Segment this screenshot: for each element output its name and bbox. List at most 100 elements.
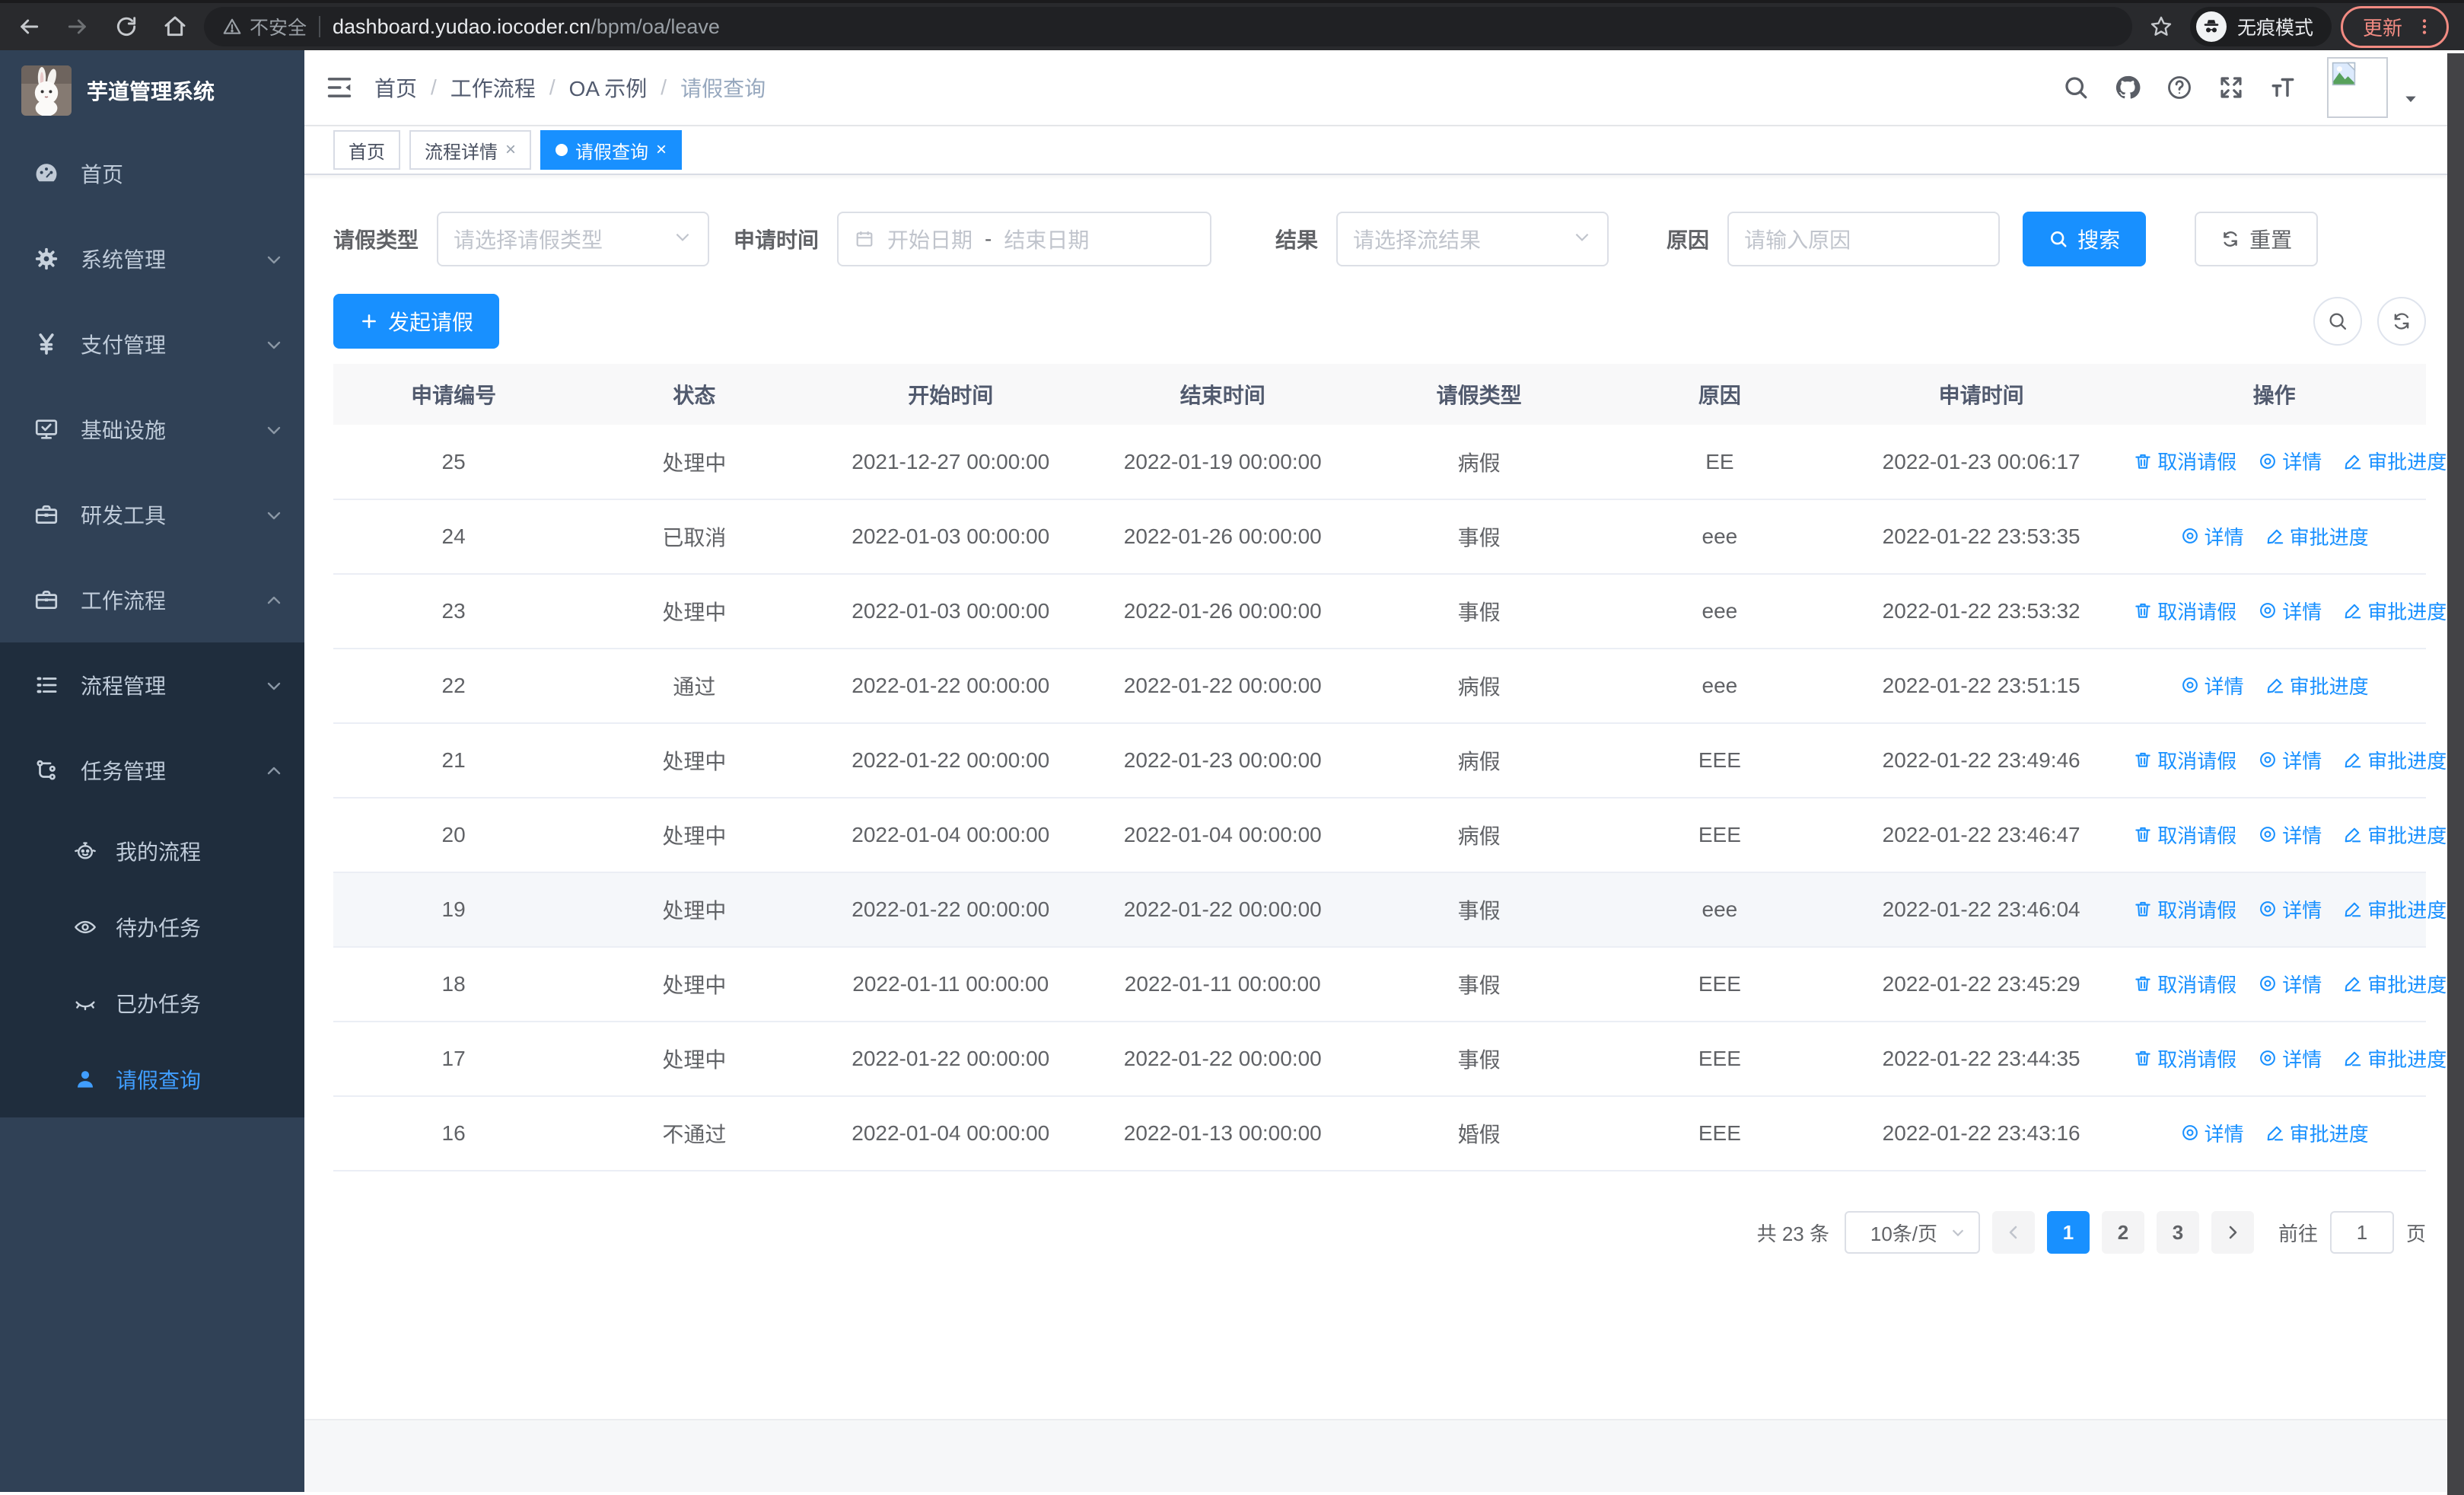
action-cancel-link[interactable]: 取消请假	[2133, 597, 2236, 625]
action-progress-link[interactable]: 审批进度	[2265, 1119, 2369, 1147]
action-progress-link[interactable]: 审批进度	[2343, 447, 2446, 475]
result-select[interactable]: 请选择流结果	[1336, 212, 1609, 266]
actions-cell: 取消请假 详情 审批进度	[2122, 947, 2446, 1022]
refresh-table-icon[interactable]	[2377, 297, 2426, 346]
font-size-icon[interactable]	[2263, 68, 2303, 107]
table-row: 20 处理中 2022-01-04 00:00:00 2022-01-04 00:00…	[333, 798, 2446, 873]
goto-page-input[interactable]: 1	[2329, 1211, 2394, 1254]
update-label: 更新	[2362, 16, 2402, 40]
sidebar-item-my-process[interactable]: 我的流程	[0, 813, 304, 889]
action-cancel-link[interactable]: 取消请假	[2133, 895, 2236, 923]
reason-label: 原因	[1667, 228, 1710, 252]
briefcase-icon	[33, 587, 59, 613]
action-cancel-link[interactable]: 取消请假	[2133, 821, 2236, 849]
sidebar-item-payment[interactable]: 支付管理	[0, 301, 304, 387]
header-search-icon[interactable]	[2056, 68, 2096, 107]
tag-leave-query[interactable]: 请假查询 ×	[540, 130, 683, 170]
help-icon[interactable]	[2160, 68, 2199, 107]
action-progress-link[interactable]: 审批进度	[2265, 671, 2369, 700]
next-page-icon[interactable]	[2211, 1211, 2254, 1254]
action-detail-link[interactable]: 详情	[2258, 821, 2322, 849]
browser-back-icon[interactable]	[9, 7, 49, 46]
kebab-menu-icon[interactable]	[2415, 17, 2434, 37]
sidebar-item-label: 支付管理	[81, 333, 167, 357]
close-icon[interactable]: ×	[656, 139, 667, 161]
reset-button[interactable]: 重置	[2195, 212, 2319, 266]
eye-icon	[73, 915, 97, 939]
action-progress-link[interactable]: 审批进度	[2265, 522, 2369, 550]
page-scrollbar[interactable]	[2447, 53, 2464, 1495]
sidebar-item-devtools[interactable]: 研发工具	[0, 472, 304, 557]
action-cancel-link[interactable]: 取消请假	[2133, 970, 2236, 998]
prev-page-icon[interactable]	[1991, 1211, 2035, 1254]
browser-forward-icon[interactable]	[58, 7, 97, 46]
sidebar-item-workflow[interactable]: 工作流程	[0, 557, 304, 642]
trash-icon	[2135, 902, 2150, 916]
col-header-id: 申请编号	[333, 364, 575, 425]
action-detail-link[interactable]: 详情	[2258, 597, 2322, 625]
show-search-toggle-icon[interactable]	[2313, 297, 2362, 346]
edit-pen-icon	[2345, 902, 2361, 917]
bookmark-star-icon[interactable]	[2141, 7, 2181, 46]
table-cell: 2022-01-04 00:00:00	[814, 1096, 1087, 1171]
action-cancel-link[interactable]: 取消请假	[2133, 746, 2236, 774]
tag-process-detail[interactable]: 流程详情 ×	[409, 130, 532, 170]
browser-home-icon[interactable]	[155, 7, 195, 46]
leave-type-select[interactable]: 请选择请假类型	[437, 212, 710, 266]
github-icon[interactable]	[2108, 68, 2147, 107]
breadcrumb-oa[interactable]: OA 示例	[569, 72, 648, 103]
action-progress-link[interactable]: 审批进度	[2343, 1044, 2446, 1073]
action-detail-link[interactable]: 详情	[2258, 970, 2322, 998]
leave-type-label: 请假类型	[333, 228, 419, 252]
table-cell: eee	[1599, 649, 1840, 724]
browser-reload-icon[interactable]	[107, 7, 146, 46]
page-button-3[interactable]: 3	[2156, 1211, 2199, 1254]
avatar[interactable]	[2327, 57, 2388, 118]
browser-update-button[interactable]: 更新	[2340, 5, 2449, 48]
action-cancel-link[interactable]: 取消请假	[2133, 447, 2236, 475]
reason-input[interactable]: 请输入原因	[1727, 212, 2001, 266]
fullscreen-icon[interactable]	[2211, 68, 2251, 107]
sidebar-logo[interactable]: 芋道管理系统	[0, 50, 304, 131]
action-detail-link[interactable]: 详情	[2258, 1044, 2322, 1073]
page-button-1[interactable]: 1	[2046, 1211, 2090, 1254]
tag-home[interactable]: 首页	[333, 130, 400, 170]
sidebar-item-home[interactable]: 首页	[0, 131, 304, 216]
sidebar-item-system[interactable]: 系统管理	[0, 216, 304, 301]
table-cell: 病假	[1358, 798, 1600, 873]
action-progress-link[interactable]: 审批进度	[2343, 970, 2446, 998]
breadcrumb-home[interactable]: 首页	[374, 72, 417, 103]
table-cell: 2022-01-11 00:00:00	[814, 947, 1087, 1022]
sidebar-item-infra[interactable]: 基础设施	[0, 387, 304, 472]
security-chip[interactable]: 不安全	[222, 13, 307, 40]
url-bar[interactable]: 不安全 dashboard.yudao.iocoder.cn/bpm/oa/le…	[204, 7, 2132, 46]
action-detail-link[interactable]: 详情	[2258, 447, 2322, 475]
action-cancel-link[interactable]: 取消请假	[2133, 1044, 2236, 1073]
close-icon[interactable]: ×	[505, 139, 516, 161]
sidebar-item-process-mgmt[interactable]: 流程管理	[0, 642, 304, 728]
sidebar-item-done-tasks[interactable]: 已办任务	[0, 965, 304, 1041]
action-progress-link[interactable]: 审批进度	[2343, 821, 2446, 849]
action-detail-link[interactable]: 详情	[2180, 671, 2244, 700]
sidebar-item-todo-tasks[interactable]: 待办任务	[0, 889, 304, 965]
search-button[interactable]: 搜索	[2023, 212, 2147, 266]
action-detail-link[interactable]: 详情	[2258, 746, 2322, 774]
action-progress-link[interactable]: 审批进度	[2343, 746, 2446, 774]
edit-pen-icon	[2345, 1051, 2361, 1066]
action-detail-link[interactable]: 详情	[2180, 522, 2244, 550]
sidebar-collapse-icon[interactable]	[304, 49, 374, 126]
page-size-select[interactable]: 10条/页	[1844, 1211, 1980, 1254]
action-detail-link[interactable]: 详情	[2180, 1119, 2244, 1147]
page-button-2[interactable]: 2	[2101, 1211, 2144, 1254]
sidebar-item-task-mgmt[interactable]: 任务管理	[0, 728, 304, 813]
breadcrumb-workflow[interactable]: 工作流程	[450, 72, 536, 103]
action-detail-link[interactable]: 详情	[2258, 895, 2322, 923]
date-range-picker[interactable]: 开始日期 - 结束日期	[837, 212, 1212, 266]
sidebar-item-leave-query[interactable]: 请假查询	[0, 1041, 304, 1117]
table-cell: EEE	[1599, 723, 1840, 799]
chevron-down-icon	[265, 335, 283, 353]
action-progress-link[interactable]: 审批进度	[2343, 597, 2446, 625]
action-progress-link[interactable]: 审批进度	[2343, 895, 2446, 923]
create-leave-button[interactable]: 发起请假	[333, 294, 500, 349]
caret-down-icon[interactable]	[2403, 84, 2418, 113]
